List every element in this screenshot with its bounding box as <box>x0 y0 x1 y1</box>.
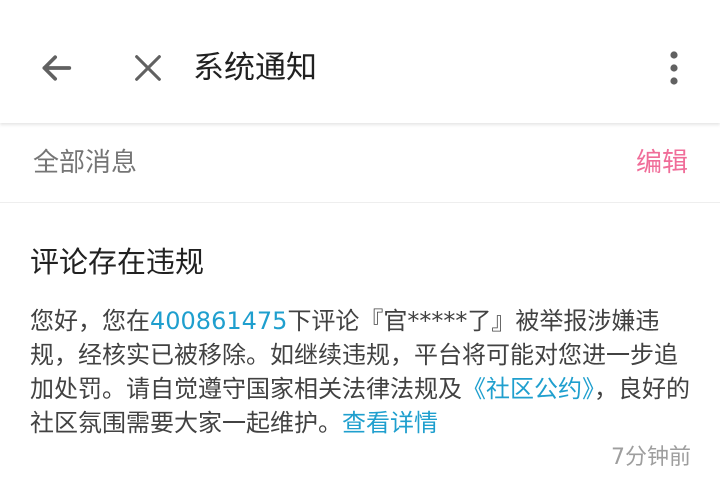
all-messages-filter[interactable]: 全部消息 <box>33 143 137 183</box>
more-vertical-icon <box>670 51 678 85</box>
page-title: 系统通知 <box>193 50 317 86</box>
video-id-link[interactable]: 400861475 <box>150 307 287 335</box>
edit-button[interactable]: 编辑 <box>636 143 688 183</box>
system-notification-screen: 系统通知 全部消息 编辑 评论存在违规 您好，您在400861475下评论『官*… <box>0 0 720 502</box>
view-details-link[interactable]: 查看详情 <box>342 409 438 437</box>
more-options-button[interactable] <box>648 40 700 96</box>
notification-item: 评论存在违规 您好，您在400861475下评论『官*****了』被举报涉嫌违规… <box>0 203 720 502</box>
notification-body: 您好，您在400861475下评论『官*****了』被举报涉嫌违规，经核实已被移… <box>30 304 694 440</box>
body-text-intro: 您好，您在 <box>30 307 150 335</box>
top-app-bar: 系统通知 <box>0 0 720 123</box>
back-button[interactable] <box>26 40 86 96</box>
arrow-left-icon <box>42 55 72 81</box>
community-rules-link[interactable]: 《社区公约》 <box>462 375 594 403</box>
notification-timestamp: 7分钟前 <box>611 445 691 470</box>
notification-title: 评论存在违规 <box>30 245 205 279</box>
close-button[interactable] <box>118 40 178 96</box>
message-filter-bar: 全部消息 编辑 <box>0 123 720 203</box>
close-icon <box>135 55 161 81</box>
